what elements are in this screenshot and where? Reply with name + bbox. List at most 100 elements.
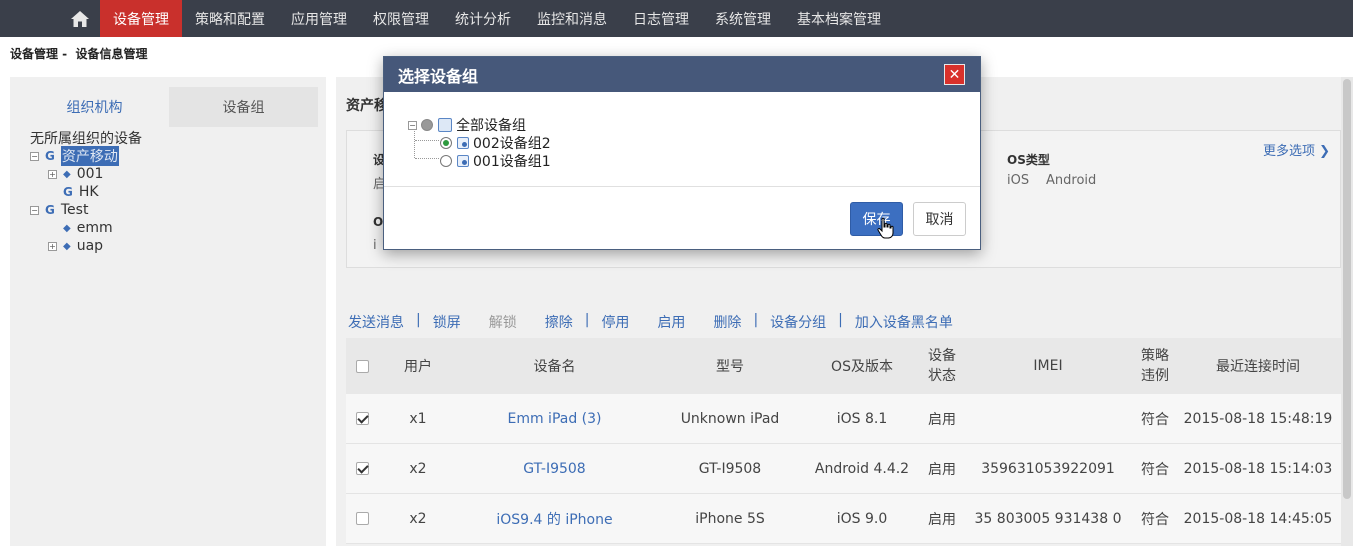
tree-item-uap[interactable]: uap (77, 238, 103, 254)
tab-organization[interactable]: 组织机构 (20, 87, 169, 127)
table-row[interactable]: x1 Emm iPad (3) Unknown iPad iOS 8.1 启用 … (346, 394, 1341, 444)
row-checkbox[interactable] (355, 412, 369, 425)
header-user[interactable]: 用户 (378, 356, 458, 376)
os-option-android[interactable]: Android (1046, 173, 1096, 188)
row-checkbox[interactable] (355, 512, 369, 525)
send-message-button[interactable]: 发送消息 (348, 312, 404, 332)
wipe-button[interactable]: 擦除 (545, 312, 573, 332)
header-status-line2: 状态 (928, 368, 956, 384)
cell-policy: 符合 (1141, 511, 1169, 528)
divider: | (838, 312, 843, 328)
delete-button[interactable]: 删除 (713, 312, 741, 332)
tree-item-hk[interactable]: HK (79, 184, 99, 200)
close-button[interactable]: ✕ (944, 64, 965, 85)
table-row[interactable]: x2 iOS9.4 的 iPhone iPhone 5S iOS 9.0 启用 … (346, 494, 1341, 544)
chevron-down-icon: ❯ (1314, 144, 1330, 159)
cell-model: iPhone 5S (695, 510, 765, 527)
cell-model: Unknown iPad (680, 410, 780, 427)
unlock-button[interactable]: 解锁 (489, 312, 517, 332)
divider: | (584, 312, 590, 328)
tree-item-label: 无所属组织的设备 (30, 131, 142, 147)
device-name-link[interactable]: GT-I9508 (458, 461, 651, 477)
header-last-connect[interactable]: 最近连接时间 (1183, 356, 1333, 376)
nav-log[interactable]: 日志管理 (620, 0, 702, 37)
org-tree: 无所属组织的设备 − G 资产移动 + ◆ 001 G HK − G Test … (30, 129, 142, 255)
header-os[interactable]: OS及版本 (809, 356, 915, 376)
diamond-icon: ◆ (63, 240, 71, 252)
table-row[interactable]: x2 GT-I9508 GT-I9508 Android 4.4.2 启用 35… (346, 444, 1341, 494)
device-group-button[interactable]: 设备分组 (770, 312, 826, 332)
table-header: 用户 设备名 型号 OS及版本 设备 状态 IMEI 策略 违例 最近连接时间 (346, 338, 1341, 394)
breadcrumb: 设备管理 - 设备信息管理 (10, 45, 148, 62)
cell-time: 2015-08-18 15:48:19 (1183, 410, 1333, 427)
disable-button[interactable]: 停用 (601, 312, 629, 332)
cell-os: Android 4.4.2 (814, 460, 910, 477)
breadcrumb-current: 设备信息管理 (75, 47, 148, 61)
lock-screen-button[interactable]: 锁屏 (433, 312, 461, 332)
dialog-title: 选择设备组 (398, 66, 479, 86)
device-name-link[interactable]: Emm iPad (3) (458, 411, 651, 427)
cell-imei: 359631053922091 (981, 460, 1115, 477)
page-scrollbar[interactable] (1341, 77, 1353, 546)
nav-archive[interactable]: 基本档案管理 (784, 0, 894, 37)
header-imei[interactable]: IMEI (969, 358, 1127, 374)
org-icon: G (63, 185, 73, 199)
header-status-line1: 设备 (928, 348, 956, 364)
nav-app-management[interactable]: 应用管理 (278, 0, 360, 37)
nav-statistics[interactable]: 统计分析 (442, 0, 524, 37)
filter-label-o: O (373, 215, 384, 229)
tree-item-001[interactable]: 001 (77, 166, 104, 182)
group-option-002[interactable]: 002设备组2 (473, 133, 551, 153)
org-panel: 组织机构 设备组 无所属组织的设备 − G 资产移动 + ◆ 001 G HK … (10, 77, 326, 546)
cancel-button[interactable]: 取消 (913, 202, 966, 236)
tree-item-emm[interactable]: emm (77, 220, 113, 236)
cell-time: 2015-08-18 15:14:03 (1183, 460, 1333, 477)
header-policy[interactable]: 策略 违例 (1127, 346, 1183, 386)
scroll-thumb[interactable] (1343, 79, 1351, 499)
more-options-link[interactable]: 更多选项 ❯ (1263, 140, 1330, 159)
collapse-icon[interactable]: − (30, 205, 39, 215)
breadcrumb-parent[interactable]: 设备管理 - (10, 47, 67, 61)
tree-item-test[interactable]: Test (61, 202, 89, 218)
header-model[interactable]: 型号 (651, 356, 809, 376)
group-radio[interactable] (440, 155, 452, 167)
nav-system[interactable]: 系统管理 (702, 0, 784, 37)
nav-permission[interactable]: 权限管理 (360, 0, 442, 37)
group-radio-selected[interactable] (440, 137, 452, 149)
tree-item-unassigned[interactable]: 无所属组织的设备 (30, 129, 142, 147)
tab-device-group[interactable]: 设备组 (169, 87, 318, 127)
dialog-header: 选择设备组 ✕ (384, 57, 980, 92)
expand-icon[interactable]: + (48, 169, 57, 179)
cell-user: x1 (409, 410, 427, 427)
root-radio[interactable] (421, 119, 433, 131)
cell-user: x2 (409, 460, 427, 477)
nav-device-management[interactable]: 设备管理 (100, 0, 182, 37)
diamond-icon: ◆ (63, 222, 71, 234)
add-blacklist-button[interactable]: 加入设备黑名单 (855, 312, 953, 332)
enable-button[interactable]: 启用 (657, 312, 685, 332)
row-checkbox[interactable] (355, 462, 369, 475)
tree-root-all-groups[interactable]: 全部设备组 (456, 115, 526, 135)
group-option-001[interactable]: 001设备组1 (473, 151, 551, 171)
select-all-checkbox[interactable] (355, 359, 369, 373)
os-option-ios[interactable]: iOS (1007, 173, 1029, 188)
left-tabs: 组织机构 设备组 (20, 87, 318, 127)
hand-cursor-icon (877, 217, 894, 239)
cell-policy: 符合 (1141, 461, 1169, 478)
header-device-name[interactable]: 设备名 (458, 356, 651, 376)
filter-value-i[interactable]: i (373, 238, 377, 253)
tree-item-asset-mobile[interactable]: 资产移动 (60, 146, 119, 166)
device-group-icon (457, 137, 469, 149)
cell-time: 2015-08-18 14:45:05 (1183, 510, 1333, 527)
collapse-icon[interactable]: − (30, 151, 39, 161)
home-icon[interactable] (45, 0, 100, 37)
nav-policy-config[interactable]: 策略和配置 (182, 0, 278, 37)
device-name-link[interactable]: iOS9.4 的 iPhone (458, 509, 651, 529)
header-status[interactable]: 设备 状态 (915, 346, 969, 386)
collapse-icon[interactable]: − (408, 120, 417, 130)
cell-status: 启用 (928, 461, 956, 478)
org-icon: G (45, 149, 55, 163)
nav-monitor[interactable]: 监控和消息 (524, 0, 620, 37)
divider: | (753, 312, 759, 328)
expand-icon[interactable]: + (48, 241, 57, 251)
